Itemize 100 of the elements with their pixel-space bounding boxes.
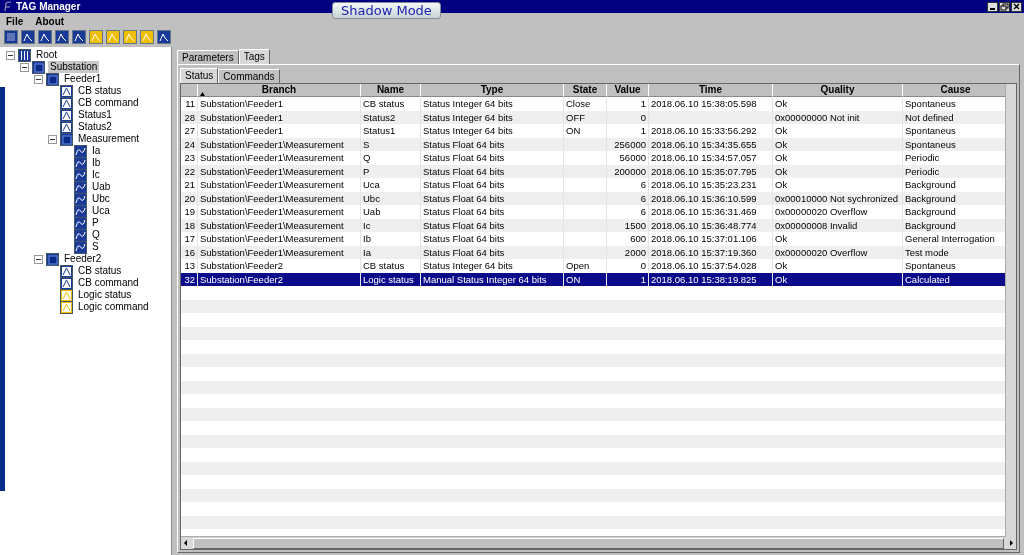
table-cell: Status Integer 64 bits: [421, 124, 564, 138]
row-number: 13: [181, 259, 198, 273]
signal-icon: [60, 300, 73, 314]
table-cell: 6: [607, 178, 649, 192]
table-cell: Ok: [773, 124, 903, 138]
tree-item[interactable]: CB status: [76, 265, 124, 277]
horizontal-scrollbar[interactable]: [181, 536, 1016, 549]
tree-item[interactable]: Feeder2: [62, 253, 104, 265]
collapse-icon[interactable]: [34, 74, 43, 84]
table-cell: 2018.06.10 15:34:57.057: [649, 151, 773, 165]
table-cell: Ib: [361, 232, 421, 246]
signal-icon: [74, 192, 87, 206]
tab[interactable]: Status: [180, 68, 219, 83]
tree-item[interactable]: Ubc: [90, 193, 112, 205]
tree-item[interactable]: Logic status: [76, 289, 134, 301]
table-cell: Substation\Feeder1\Measurement: [198, 178, 361, 192]
row-number: 21: [181, 178, 198, 192]
collapse-icon[interactable]: [34, 254, 43, 264]
signal-icon: [74, 156, 87, 170]
tree-item[interactable]: CB status: [76, 85, 124, 97]
signal-icon: [60, 264, 73, 278]
tab[interactable]: Parameters: [177, 50, 239, 64]
signal-icon: [74, 204, 87, 218]
tree-item[interactable]: CB command: [76, 97, 141, 109]
vertical-scrollbar[interactable]: [1005, 84, 1016, 537]
table-cell: Status Float 64 bits: [421, 232, 564, 246]
folder-icon: [46, 72, 59, 86]
toolbar-tag-icon[interactable]: [89, 30, 103, 44]
table-cell: Open: [564, 259, 607, 273]
row-number: 11: [181, 97, 198, 111]
toolbar-tag-icon[interactable]: [157, 30, 171, 44]
tree-item[interactable]: S: [90, 241, 101, 253]
tree-item[interactable]: Feeder1: [62, 73, 104, 85]
close-icon[interactable]: [1011, 1, 1022, 12]
tree-item[interactable]: P: [90, 217, 101, 229]
folder-icon: [32, 60, 45, 74]
tab[interactable]: Tags: [238, 49, 270, 64]
table-cell: ON: [564, 124, 607, 138]
table-cell: Substation\Feeder2: [198, 259, 361, 273]
signal-icon: [74, 240, 87, 254]
toolbar-tag-icon[interactable]: [106, 30, 120, 44]
tree-item[interactable]: Ic: [90, 169, 102, 181]
table-cell: Substation\Feeder1: [198, 124, 361, 138]
restore-icon[interactable]: [999, 1, 1010, 12]
signal-icon: [74, 228, 87, 242]
toolbar-tag-icon[interactable]: [72, 30, 86, 44]
shadow-mode-button[interactable]: Shadow Mode: [332, 2, 441, 19]
table-cell: Status Integer 64 bits: [421, 259, 564, 273]
signal-icon: [74, 180, 87, 194]
window-title: TAG Manager: [16, 1, 81, 12]
table-cell: Status1: [361, 124, 421, 138]
table-cell: Status Integer 64 bits: [421, 97, 564, 111]
table-cell: 2018.06.10 15:35:23.231: [649, 178, 773, 192]
toolbar-tag-icon[interactable]: [123, 30, 137, 44]
tree-item[interactable]: Uab: [90, 181, 113, 193]
tree-item[interactable]: Measurement: [76, 133, 142, 145]
tree-item[interactable]: Root: [34, 49, 60, 61]
menu-item[interactable]: About: [35, 15, 65, 27]
table-cell: 2018.06.10 15:37:54.028: [649, 259, 773, 273]
tree-item[interactable]: Uca: [90, 205, 112, 217]
table-cell: 6: [607, 205, 649, 219]
minimize-icon[interactable]: [987, 1, 998, 12]
row-number: 17: [181, 232, 198, 246]
collapse-icon[interactable]: [48, 134, 57, 144]
signal-icon: [60, 288, 73, 302]
tree-item[interactable]: Status1: [76, 109, 114, 121]
collapse-icon[interactable]: [6, 50, 15, 60]
row-number: 19: [181, 205, 198, 219]
table-cell: Substation\Feeder1\Measurement: [198, 151, 361, 165]
toolbar-tag-icon[interactable]: [38, 30, 52, 44]
sort-arrow-icon: [200, 92, 205, 96]
table-cell: Ok: [773, 232, 903, 246]
menu-item[interactable]: File: [6, 15, 24, 27]
table-cell: 2018.06.10 15:38:05.598: [649, 97, 773, 111]
table-cell: Status Float 64 bits: [421, 205, 564, 219]
tree-item[interactable]: Substation: [48, 61, 100, 73]
table-cell: Substation\Feeder1\Measurement: [198, 232, 361, 246]
table-cell: 2018.06.10 15:37:01.106: [649, 232, 773, 246]
tree-item[interactable]: Logic command: [76, 301, 151, 313]
table-cell: Q: [361, 151, 421, 165]
tree-item[interactable]: CB command: [76, 277, 141, 289]
toolbar-tag-icon[interactable]: [55, 30, 69, 44]
table-cell: 0x00000020 Overflow: [773, 205, 903, 219]
table-cell: 1: [607, 97, 649, 111]
table-cell: 0: [607, 259, 649, 273]
signal-icon: [60, 120, 73, 134]
tree-item[interactable]: Status2: [76, 121, 114, 133]
toolbar-tag-icon[interactable]: [140, 30, 154, 44]
table-cell: Uca: [361, 178, 421, 192]
table-cell: Status Float 64 bits: [421, 178, 564, 192]
tree-item[interactable]: Q: [90, 229, 102, 241]
table-cell: CB status: [361, 97, 421, 111]
tab[interactable]: Commands: [218, 69, 280, 83]
tree-item[interactable]: Ib: [90, 157, 103, 169]
folder-icon: [46, 252, 59, 266]
table-cell: Status Float 64 bits: [421, 151, 564, 165]
tree-item[interactable]: Ia: [90, 145, 103, 157]
table-cell: 600: [607, 232, 649, 246]
toolbar-tag-icon[interactable]: [21, 30, 35, 44]
collapse-icon[interactable]: [20, 62, 29, 72]
